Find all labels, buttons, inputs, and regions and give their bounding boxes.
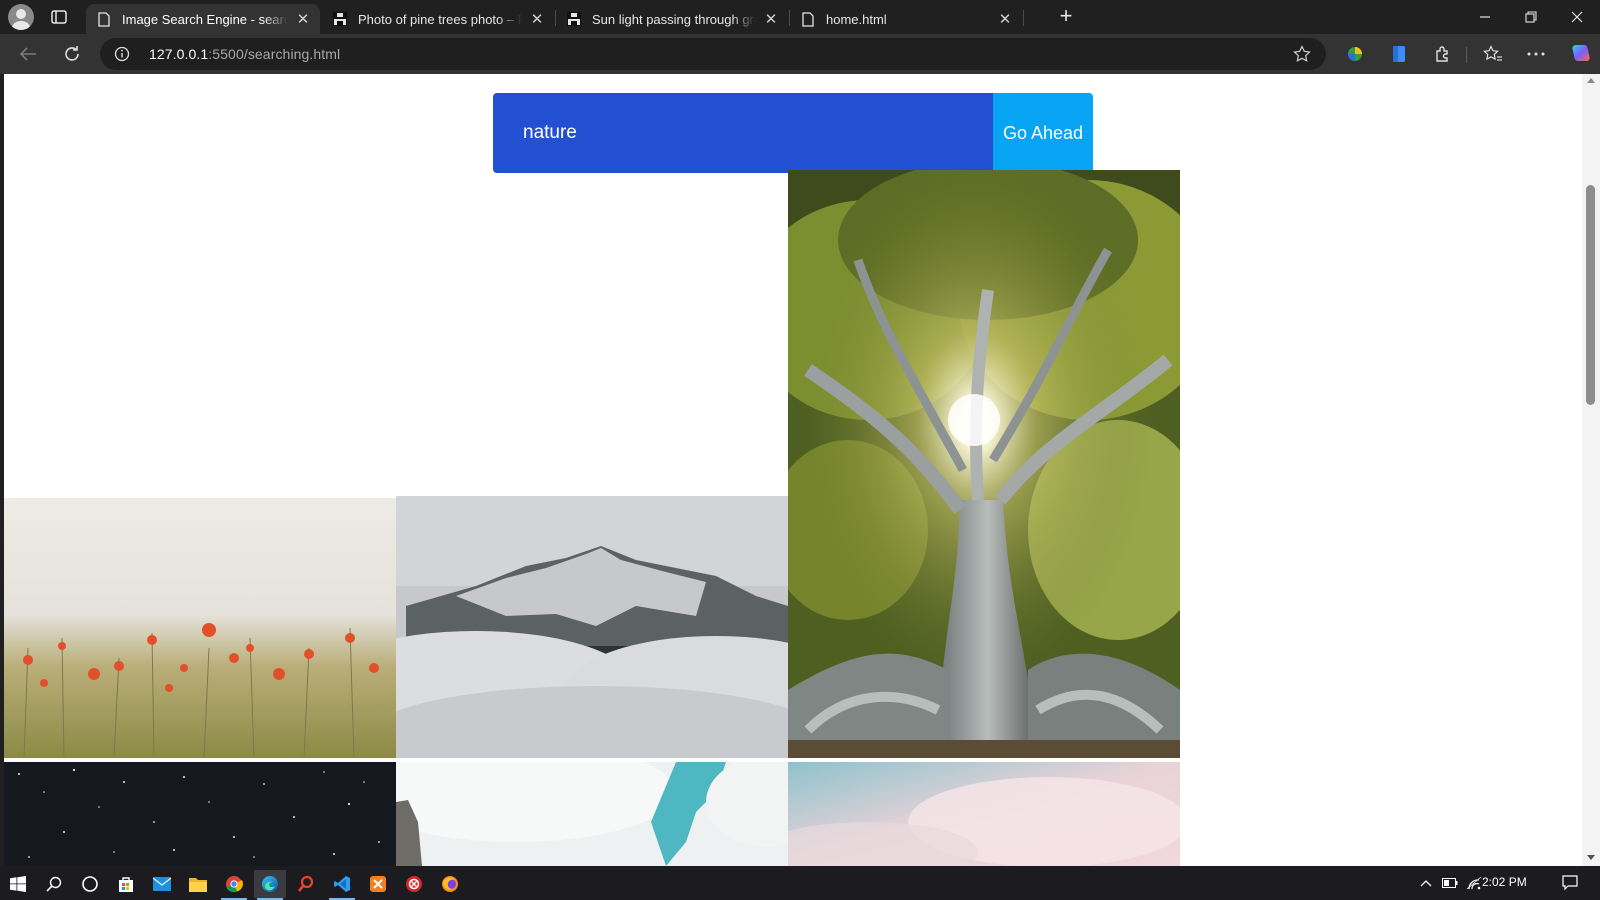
extensions-puzzle-icon[interactable] bbox=[1428, 40, 1458, 68]
tab-actions-icon[interactable] bbox=[46, 6, 72, 28]
url-path: :5500/searching.html bbox=[208, 46, 341, 62]
close-tab-icon[interactable]: ✕ bbox=[294, 10, 312, 28]
favorite-star-icon[interactable] bbox=[1292, 44, 1312, 64]
vscode-icon[interactable] bbox=[326, 870, 358, 900]
tab-title: Sun light passing through green l bbox=[592, 11, 756, 27]
copilot-icon[interactable] bbox=[1565, 40, 1595, 68]
page-icon bbox=[800, 11, 816, 27]
scroll-up-arrow-icon[interactable] bbox=[1587, 78, 1595, 83]
profile-avatar-icon[interactable] bbox=[8, 4, 34, 30]
extension-bookmark-icon[interactable] bbox=[1384, 40, 1414, 68]
store-icon[interactable] bbox=[110, 870, 142, 898]
system-clock[interactable]: 2:02 PM bbox=[1482, 875, 1527, 889]
pastel-clouds-image[interactable] bbox=[788, 762, 1180, 866]
edge-icon[interactable] bbox=[254, 870, 286, 900]
scrollbar-thumb[interactable] bbox=[1586, 185, 1595, 405]
tab-separator bbox=[1023, 10, 1024, 26]
unsplash-icon bbox=[332, 11, 348, 27]
mail-icon[interactable] bbox=[146, 870, 178, 898]
minimize-icon[interactable] bbox=[1462, 0, 1508, 34]
go-ahead-button[interactable]: Go Ahead bbox=[993, 93, 1093, 173]
app-icon[interactable] bbox=[398, 870, 430, 898]
restore-icon[interactable] bbox=[1508, 0, 1554, 34]
tab-image-search-engine[interactable]: Image Search Engine - searching ✕ bbox=[86, 4, 320, 34]
tab-title: home.html bbox=[826, 11, 887, 27]
extension-color-icon[interactable] bbox=[1340, 40, 1370, 68]
notifications-icon[interactable] bbox=[1558, 870, 1582, 896]
browser-toolbar: 127.0.0.1:5500/searching.html bbox=[0, 34, 1600, 74]
url-host: 127.0.0.1 bbox=[149, 46, 209, 62]
battery-icon[interactable] bbox=[1440, 870, 1460, 896]
search-app-icon[interactable] bbox=[290, 870, 322, 898]
page-scrollbar[interactable] bbox=[1582, 74, 1600, 866]
search-icon[interactable] bbox=[38, 870, 70, 898]
tab-title: Photo of pine trees photo – Free bbox=[358, 11, 522, 27]
close-tab-icon[interactable]: ✕ bbox=[762, 10, 780, 28]
url-text: 127.0.0.1:5500/searching.html bbox=[149, 46, 340, 62]
misty-mountain-image[interactable] bbox=[396, 496, 788, 758]
starry-sky-image[interactable] bbox=[4, 762, 396, 866]
start-icon[interactable] bbox=[2, 870, 34, 898]
site-info-icon[interactable] bbox=[114, 46, 130, 62]
tab-home-html[interactable]: home.html ✕ bbox=[790, 4, 1022, 34]
search-form: Go Ahead bbox=[493, 93, 1093, 173]
poppy-field-image[interactable] bbox=[4, 498, 396, 758]
windows-taskbar: 2:02 PM bbox=[0, 866, 1600, 900]
xampp-icon[interactable] bbox=[362, 870, 394, 898]
address-bar[interactable]: 127.0.0.1:5500/searching.html bbox=[100, 38, 1326, 70]
page-viewport: Go Ahead bbox=[4, 74, 1582, 866]
new-tab-plus-icon[interactable]: + bbox=[1054, 5, 1078, 28]
page-icon bbox=[96, 11, 112, 27]
firefox-icon[interactable] bbox=[434, 870, 466, 898]
tree-with-sun-image[interactable] bbox=[788, 170, 1180, 758]
tab-sun-light-photo[interactable]: Sun light passing through green l ✕ bbox=[556, 4, 788, 34]
toolbar-divider bbox=[1466, 47, 1467, 63]
favorites-icon[interactable] bbox=[1478, 40, 1508, 68]
task-view-icon[interactable] bbox=[74, 870, 106, 898]
back-arrow-icon[interactable] bbox=[13, 40, 43, 68]
close-tab-icon[interactable]: ✕ bbox=[996, 10, 1014, 28]
more-options-icon[interactable] bbox=[1521, 40, 1551, 68]
scroll-down-arrow-icon[interactable] bbox=[1587, 855, 1595, 860]
tab-title: Image Search Engine - searching bbox=[122, 11, 288, 27]
chrome-icon[interactable] bbox=[218, 870, 250, 900]
search-input[interactable] bbox=[493, 93, 993, 173]
close-window-icon[interactable] bbox=[1554, 0, 1600, 34]
show-hidden-icons-icon[interactable] bbox=[1416, 870, 1436, 896]
cliff-sky-image[interactable] bbox=[396, 762, 788, 866]
file-explorer-icon[interactable] bbox=[182, 870, 214, 898]
unsplash-icon bbox=[566, 11, 582, 27]
wifi-icon[interactable] bbox=[1464, 870, 1484, 896]
close-tab-icon[interactable]: ✕ bbox=[528, 10, 546, 28]
tab-pine-trees-photo[interactable]: Photo of pine trees photo – Free ✕ bbox=[322, 4, 554, 34]
tab-strip: Image Search Engine - searching ✕ Photo … bbox=[0, 0, 1600, 34]
refresh-icon[interactable] bbox=[57, 40, 87, 68]
